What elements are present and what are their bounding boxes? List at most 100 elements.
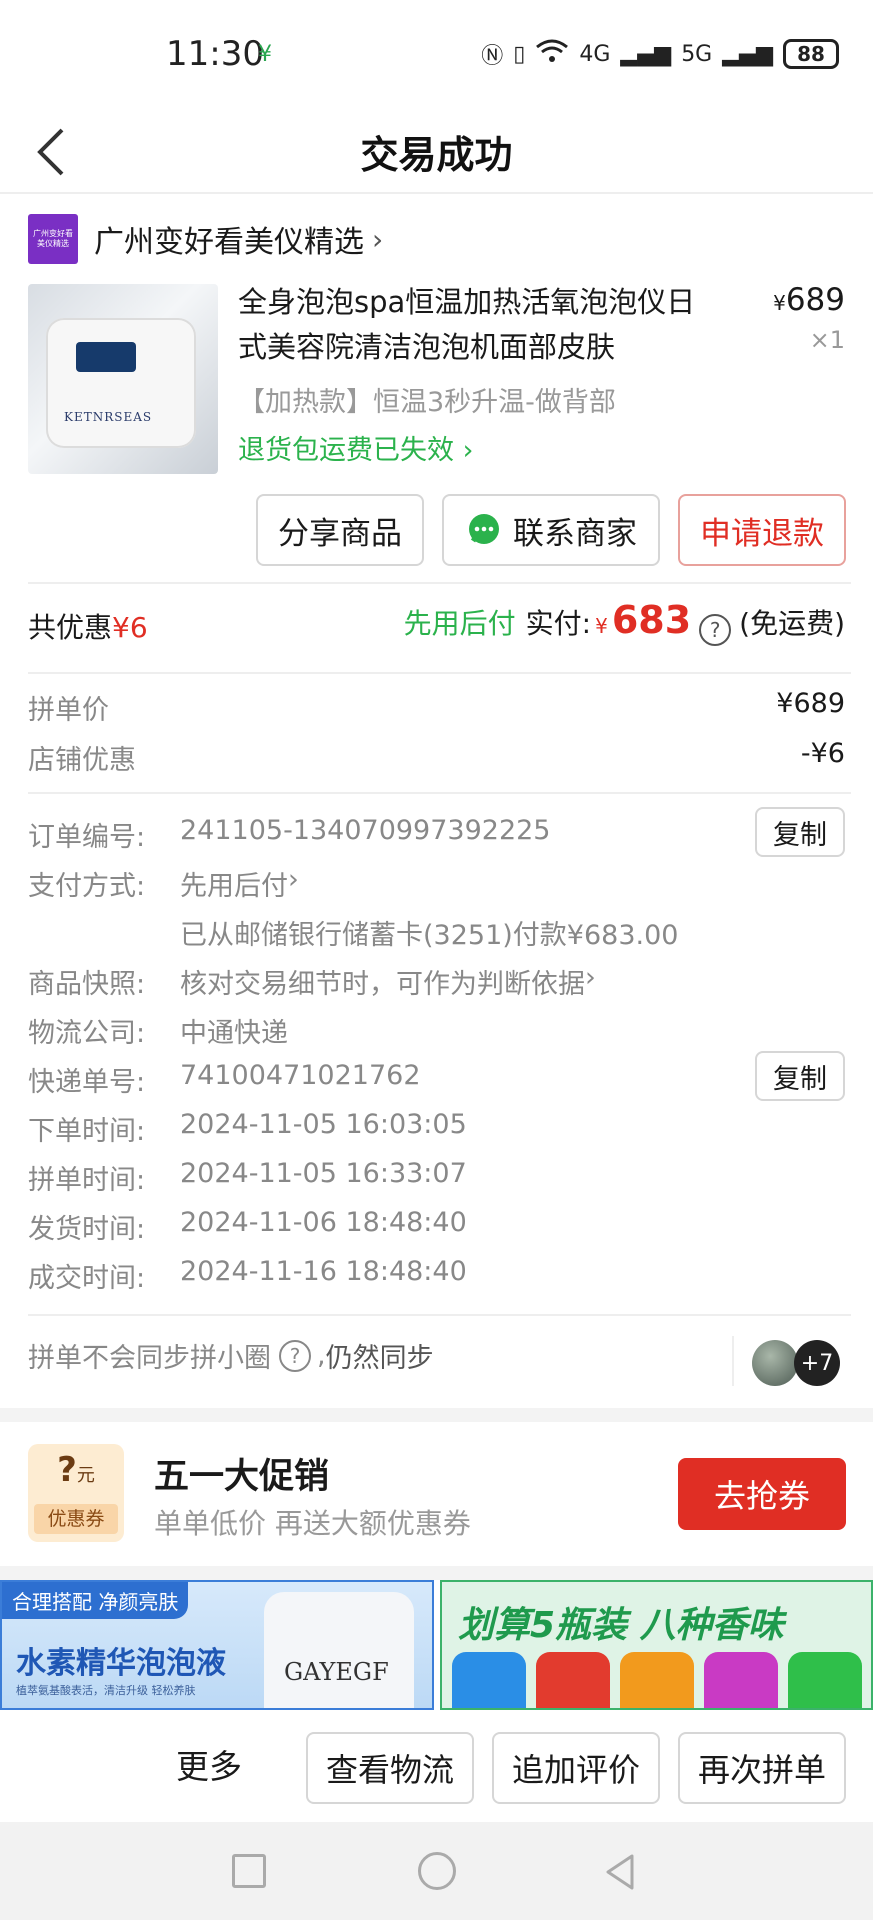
- signal-icon: ▂▄▆: [620, 41, 672, 67]
- sync-text: 拼单不会同步拼小圈: [28, 1343, 271, 1374]
- tracking-number: 74100471021762: [180, 1060, 421, 1091]
- paid-symbol: ¥: [595, 614, 608, 638]
- coupon-unit: 元: [76, 1465, 95, 1486]
- battery-icon: 88: [783, 39, 839, 69]
- help-icon[interactable]: ?: [699, 614, 732, 646]
- request-refund-button[interactable]: 申请退款: [678, 494, 846, 566]
- info-label: 商品快照:: [28, 969, 146, 1000]
- order-time-row: 下单时间: 2024-11-05 16:03:05: [28, 1109, 467, 1148]
- shop-row[interactable]: 广州变好看美仪精选 广州变好看美仪精选 ›: [28, 212, 383, 266]
- return-shipping-note[interactable]: 退货包运费已失效 ›: [238, 428, 473, 467]
- info-label: 支付方式:: [28, 871, 146, 902]
- info-label: 物流公司:: [28, 1018, 146, 1049]
- coupon-amount: ?元: [28, 1450, 124, 1490]
- sync-anyway-link[interactable]: 仍然同步: [326, 1336, 434, 1375]
- logistics-company-row: 物流公司: 中通快递: [28, 1011, 288, 1050]
- status-bar: 11:30 ¥ Ⓝ ▯ 4G ▂▄▆ 5G ▂▄▆ 88: [0, 0, 873, 110]
- page-title: 交易成功: [360, 133, 513, 177]
- more-button[interactable]: 更多: [176, 1740, 242, 1788]
- price-row-group: 拼单价 ¥689: [28, 688, 845, 727]
- product-title[interactable]: 全身泡泡spa恒温加热活氧泡泡仪日式美容院清洁泡泡机面部皮肤: [238, 280, 718, 370]
- ad-bottle: [788, 1652, 862, 1708]
- vibrate-icon: ▯: [513, 41, 526, 67]
- sync-comma: ,: [317, 1340, 326, 1371]
- add-review-button[interactable]: 追加评价: [492, 1732, 660, 1804]
- nfc-icon: Ⓝ: [481, 44, 504, 69]
- price-value: 689: [785, 282, 845, 318]
- ad-banner-left[interactable]: 合理搭配 净颜亮肤 GAYEGF 水素精华泡泡液 植萃氨基酸表活，清洁升级 轻松…: [0, 1580, 434, 1710]
- avatar[interactable]: [752, 1340, 798, 1386]
- price-row-store-discount: 店铺优惠 -¥6: [28, 738, 845, 777]
- chevron-right-icon: ›: [454, 435, 474, 466]
- group-time-row: 拼单时间: 2024-11-05 16:33:07: [28, 1158, 467, 1197]
- ship-time-row: 发货时间: 2024-11-06 18:48:40: [28, 1207, 467, 1246]
- contact-seller-label: 联系商家: [513, 515, 637, 552]
- header: 交易成功: [0, 110, 873, 194]
- info-label: 快递单号:: [28, 1067, 146, 1098]
- view-logistics-button[interactable]: 查看物流: [306, 1732, 474, 1804]
- copy-tracking-number-button[interactable]: 复制: [755, 1051, 845, 1101]
- order-time: 2024-11-05 16:03:05: [180, 1109, 467, 1140]
- chevron-right-icon: ›: [585, 962, 596, 993]
- recent-apps-icon[interactable]: [232, 1854, 266, 1888]
- ad-banner-right[interactable]: 划算5瓶装 八种香味: [440, 1580, 873, 1710]
- payment-method-row[interactable]: 支付方式: 先用后付 ›: [28, 864, 299, 903]
- reorder-button[interactable]: 再次拼单: [678, 1732, 846, 1804]
- ad-small-text: 植萃氨基酸表活，清洁升级 轻松养肤: [16, 1684, 196, 1697]
- extra-members-badge[interactable]: +7: [794, 1340, 840, 1386]
- paid-label: 实付:: [525, 607, 592, 640]
- help-icon[interactable]: ?: [279, 1339, 311, 1372]
- paid-amount: 683: [611, 598, 692, 642]
- product-screen-graphic: [76, 342, 136, 372]
- signal-icon: ▂▄▆: [722, 41, 773, 67]
- chevron-right-icon: ›: [288, 864, 299, 895]
- status-icons: Ⓝ ▯ 4G ▂▄▆ 5G ▂▄▆ 88: [481, 38, 839, 70]
- group-time: 2024-11-05 16:33:07: [180, 1158, 467, 1189]
- coupon-icon: ?元 优惠券: [28, 1444, 124, 1542]
- ad-tag: 合理搭配 净颜亮肤: [2, 1582, 189, 1619]
- price-row-value: ¥689: [776, 688, 845, 719]
- ship-time: 2024-11-06 18:48:40: [180, 1207, 467, 1238]
- price-symbol: ¥: [773, 291, 786, 315]
- return-note-text: 退货包运费已失效: [238, 435, 454, 466]
- ad-bottles: [452, 1652, 862, 1708]
- section-gap: [0, 1408, 873, 1422]
- shop-name: 广州变好看美仪精选: [94, 225, 364, 260]
- snapshot-row[interactable]: 商品快照: 核对交易细节时，可作为判断依据 ›: [28, 962, 596, 1001]
- snapshot-text: 核对交易细节时，可作为判断依据: [180, 969, 585, 1000]
- copy-order-number-button[interactable]: 复制: [755, 807, 845, 857]
- grab-coupon-button[interactable]: 去抢券: [678, 1458, 846, 1530]
- signal-4g-label: 4G: [579, 41, 611, 67]
- shipping-note: (免运费): [739, 607, 845, 640]
- price-row-label: 拼单价: [28, 695, 109, 726]
- coupon-symbol: ?: [57, 1450, 77, 1490]
- pay-later-label: 先用后付: [403, 607, 516, 640]
- product-machine-graphic: KETNRSEAS: [46, 318, 196, 448]
- promo-subtitle: 单单低价 再送大额优惠券: [154, 1507, 471, 1540]
- price-row-value: -¥6: [800, 738, 845, 769]
- home-icon[interactable]: [418, 1852, 456, 1890]
- divider: [28, 582, 851, 584]
- price-row-label: 店铺优惠: [28, 745, 136, 776]
- contact-seller-button[interactable]: 联系商家: [442, 494, 660, 566]
- ad-bottle: [536, 1652, 610, 1708]
- ad-bottle-brand: GAYEGF: [284, 1658, 389, 1686]
- discount-value: ¥6: [112, 611, 148, 644]
- product-price: ¥689: [773, 282, 845, 318]
- divider: [28, 1314, 851, 1316]
- deal-time: 2024-11-16 18:48:40: [180, 1256, 467, 1287]
- ad-bottle: [704, 1652, 778, 1708]
- coupon-label: 优惠券: [34, 1504, 118, 1534]
- product-image-brand: KETNRSEAS: [64, 410, 153, 424]
- payment-method: 先用后付: [180, 871, 288, 902]
- ad-headline: 水素精华泡泡液: [16, 1646, 226, 1681]
- order-number: 241105-134070997392225: [180, 815, 551, 846]
- ad-bottle-image: [264, 1592, 414, 1708]
- info-label: 成交时间:: [28, 1263, 146, 1294]
- shop-logo: 广州变好看美仪精选: [28, 214, 78, 264]
- share-product-button[interactable]: 分享商品: [256, 494, 424, 566]
- back-triangle-icon[interactable]: [600, 1852, 640, 1892]
- product-image[interactable]: KETNRSEAS: [28, 284, 218, 474]
- divider: [732, 1336, 734, 1386]
- payment-detail: 已从邮储银行储蓄卡(3251)付款¥683.00: [180, 920, 679, 951]
